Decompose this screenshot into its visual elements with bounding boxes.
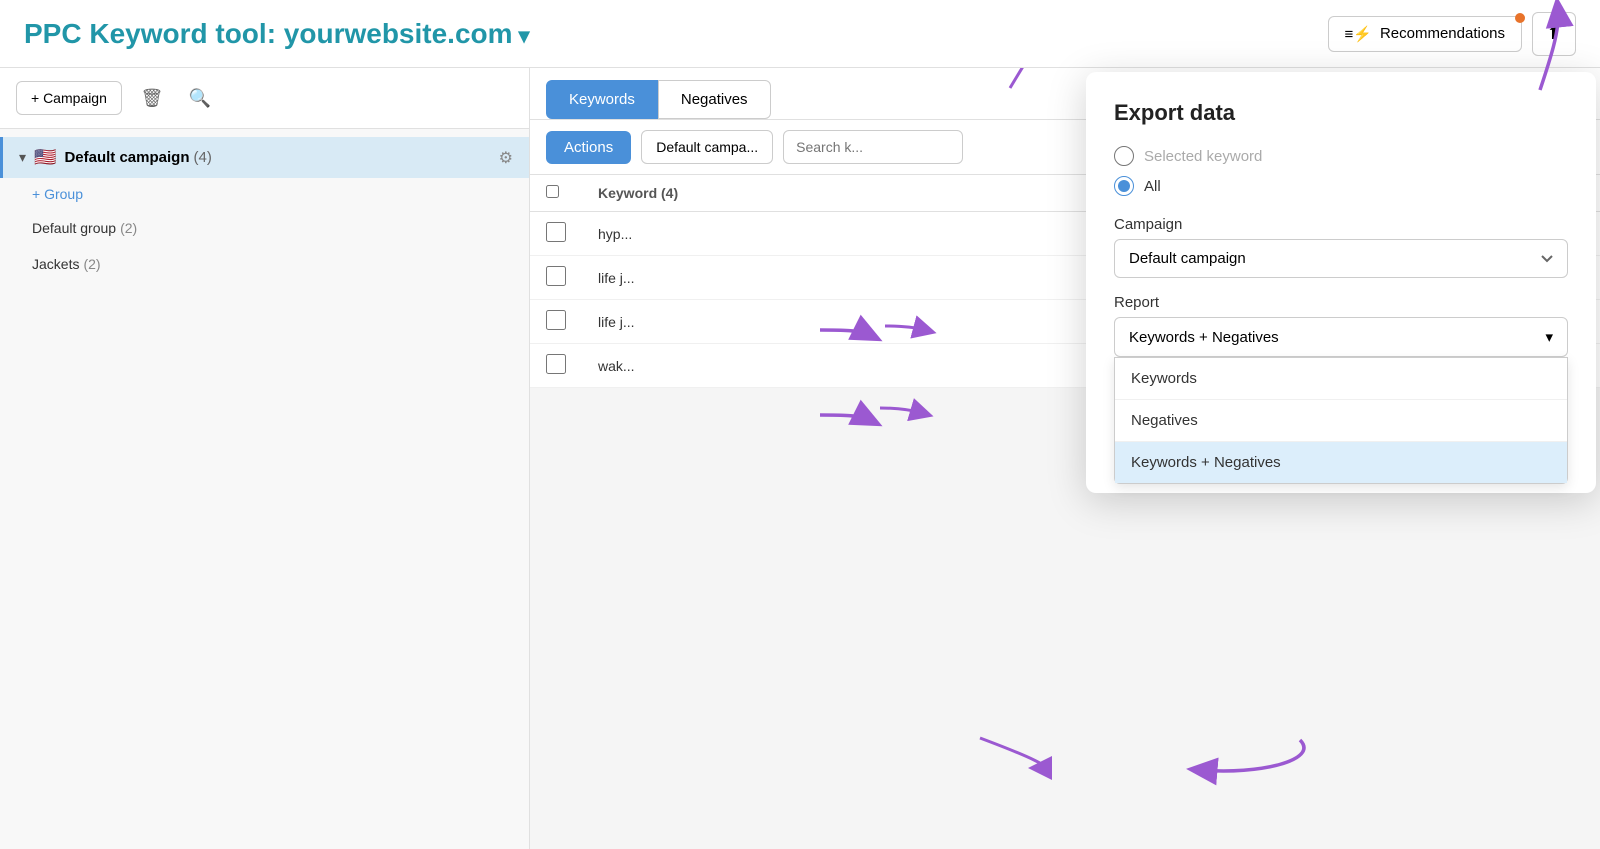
tab-negatives[interactable]: Negatives: [658, 80, 771, 119]
content-area: Keywords Negatives Actions Default campa…: [530, 68, 1600, 849]
campaign-name: Default campaign: [64, 149, 189, 166]
tab-negatives-label: Negatives: [681, 91, 748, 108]
gear-icon[interactable]: ⚙: [499, 148, 513, 168]
title-prefix: PPC Keyword tool:: [24, 18, 284, 49]
group-name-jackets: Jackets: [32, 256, 79, 272]
delete-button[interactable]: 🗑: [134, 80, 170, 116]
add-campaign-button[interactable]: + Campaign: [16, 81, 122, 115]
header-actions: ≡⚡ Recommendations ⬆: [1328, 12, 1577, 56]
actions-label: Actions: [564, 139, 613, 156]
app-header: PPC Keyword tool: yourwebsite.com▾ ≡⚡ Re…: [0, 0, 1600, 68]
row-keyword-3: wak...: [582, 344, 1164, 388]
trash-icon: 🗑: [140, 88, 163, 109]
actions-button[interactable]: Actions: [546, 131, 631, 164]
group-item-default[interactable]: Default group (2): [0, 210, 529, 246]
recommendations-icon: ≡⚡: [1345, 25, 1372, 43]
upload-icon: ⬆: [1546, 23, 1561, 44]
radio-all-row[interactable]: All: [1114, 176, 1568, 196]
group-count-default: (2): [120, 220, 137, 236]
report-select-display[interactable]: Keywords + Negatives ▾: [1114, 317, 1568, 357]
search-icon: 🔍: [189, 88, 211, 109]
dropdown-option-keywords-negatives[interactable]: Keywords + Negatives: [1115, 441, 1567, 483]
search-sidebar-button[interactable]: 🔍: [182, 80, 218, 116]
group-name-default: Default group: [32, 220, 116, 236]
recommendations-button[interactable]: ≡⚡ Recommendations: [1328, 16, 1523, 52]
export-panel-title: Export data: [1114, 100, 1568, 126]
radio-all[interactable]: [1114, 176, 1134, 196]
row-keyword-0: hyp...: [582, 212, 1164, 256]
keyword-search-input[interactable]: [783, 130, 963, 164]
option-keywords-label: Keywords: [1131, 370, 1197, 387]
campaign-select[interactable]: Default campaign: [1114, 239, 1568, 278]
radio-all-label: All: [1144, 178, 1161, 195]
page-title: PPC Keyword tool: yourwebsite.com▾: [24, 18, 530, 50]
radio-selected-keyword[interactable]: [1114, 146, 1134, 166]
report-label: Report: [1114, 294, 1568, 311]
add-group-button[interactable]: + Group: [0, 178, 529, 210]
option-negatives-label: Negatives: [1131, 412, 1198, 429]
recommendations-label: Recommendations: [1380, 25, 1505, 42]
tab-keywords-label: Keywords: [569, 91, 635, 108]
report-dropdown-options: Keywords Negatives Keywords + Negatives: [1114, 357, 1568, 484]
select-all-checkbox[interactable]: [546, 185, 559, 198]
row-checkbox-1[interactable]: [546, 266, 566, 286]
add-campaign-label: + Campaign: [31, 90, 107, 106]
campaign-filter-button[interactable]: Default campa...: [641, 130, 773, 164]
report-selected-value: Keywords + Negatives: [1129, 329, 1279, 346]
campaign-list: ▾ 🇺🇸 Default campaign (4) ⚙ + Group Defa…: [0, 129, 529, 849]
campaign-form-group: Campaign Default campaign: [1114, 216, 1568, 278]
row-checkbox-3[interactable]: [546, 354, 566, 374]
radio-selected-keyword-label: Selected keyword: [1144, 148, 1262, 165]
group-count-jackets: (2): [83, 256, 100, 272]
row-checkbox-2[interactable]: [546, 310, 566, 330]
sidebar-toolbar: + Campaign 🗑 🔍: [0, 68, 529, 129]
export-panel: Export data Selected keyword All Campaig…: [1086, 72, 1596, 493]
flag-icon: 🇺🇸: [34, 147, 56, 168]
add-group-label: + Group: [32, 186, 83, 202]
chevron-down-icon: ▾: [19, 149, 26, 166]
main-layout: + Campaign 🗑 🔍 ▾ 🇺🇸 Default campaign (4)…: [0, 68, 1600, 849]
group-item-jackets[interactable]: Jackets (2): [0, 246, 529, 282]
report-dropdown-container: Keywords + Negatives ▾ Keywords Negative…: [1114, 317, 1568, 357]
dropdown-option-keywords[interactable]: Keywords: [1115, 358, 1567, 399]
row-checkbox-0[interactable]: [546, 222, 566, 242]
title-site: yourwebsite.com: [284, 18, 513, 49]
col-keyword: Keyword (4): [582, 175, 1164, 212]
row-keyword-2: life j...: [582, 300, 1164, 344]
notification-dot: [1515, 13, 1525, 23]
radio-selected-keyword-row[interactable]: Selected keyword: [1114, 146, 1568, 166]
campaign-label: Campaign: [1114, 216, 1568, 233]
export-radio-group: Selected keyword All: [1114, 146, 1568, 196]
tab-keywords[interactable]: Keywords: [546, 80, 658, 119]
option-keywords-negatives-label: Keywords + Negatives: [1131, 454, 1281, 471]
row-keyword-1: life j...: [582, 256, 1164, 300]
chevron-down-icon: ▾: [1545, 328, 1553, 346]
title-chevron: ▾: [519, 23, 530, 48]
campaign-count: (4): [193, 149, 211, 166]
export-header-button[interactable]: ⬆: [1532, 12, 1576, 56]
sidebar: + Campaign 🗑 🔍 ▾ 🇺🇸 Default campaign (4)…: [0, 68, 530, 849]
campaign-item-default[interactable]: ▾ 🇺🇸 Default campaign (4) ⚙: [0, 137, 529, 178]
dropdown-option-negatives[interactable]: Negatives: [1115, 399, 1567, 441]
filter-label: Default campa...: [656, 139, 758, 155]
report-form-group: Report Keywords + Negatives ▾ Keywords N…: [1114, 294, 1568, 357]
